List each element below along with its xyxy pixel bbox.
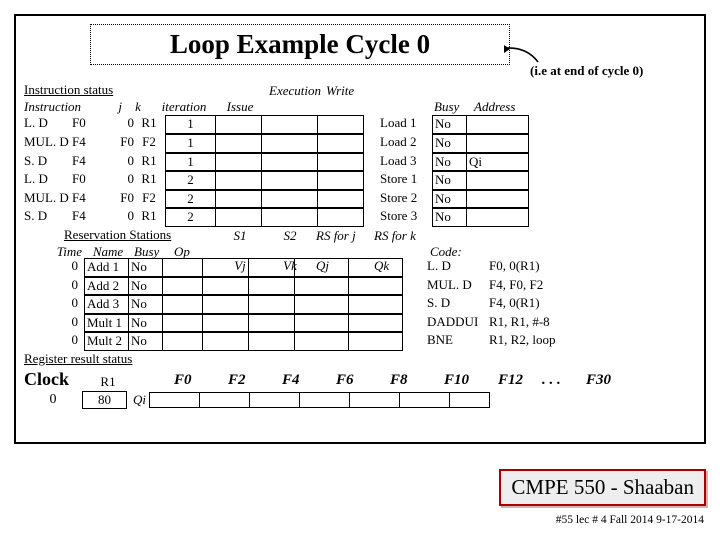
- instr-row: S. DF40R11Load 3NoQi: [24, 153, 698, 172]
- clock-label: Clock: [24, 368, 82, 391]
- freg-header: F0: [174, 371, 228, 390]
- freg-header: F12: [498, 371, 542, 390]
- instr-row: MUL. DF4F0F22Store 2No: [24, 190, 698, 209]
- freg-header: F8: [390, 371, 444, 390]
- rs-row: 0Add 3NoS. DF4, 0(R1): [24, 295, 698, 314]
- rs-row: 0Mult 2NoBNER1, R2, loop: [24, 332, 698, 351]
- r1-table: 80: [82, 391, 127, 410]
- h-exec: Execution: [266, 99, 326, 116]
- subtitle: (i.e at end of cycle 0): [530, 63, 643, 79]
- freg-header: F2: [228, 371, 282, 390]
- h-k: k: [124, 99, 154, 116]
- footer-line: #55 lec # 4 Fall 2014 9-17-2014: [556, 514, 704, 526]
- reg-header: Register result status: [24, 351, 698, 368]
- freg-header: F4: [282, 371, 336, 390]
- h-write: Write: [326, 99, 374, 116]
- content: Instruction status Instruction j k itera…: [24, 82, 698, 409]
- clock-val: 0: [24, 391, 82, 409]
- footer-box: CMPE 550 - Shaaban: [499, 469, 706, 506]
- freg-header: F30: [586, 371, 630, 390]
- h-instruction: Instruction: [24, 99, 94, 116]
- instr-row: MUL. DF4F0F21Load 2No: [24, 134, 698, 153]
- instr-row: L. DF00R12Store 1No: [24, 171, 698, 190]
- freg-cell: [200, 392, 250, 407]
- freg-cell: [250, 392, 300, 407]
- freg-header: . . .: [542, 371, 586, 390]
- freg-cell: [350, 392, 400, 407]
- freg-header: F6: [336, 371, 390, 390]
- freg-header: F10: [444, 371, 498, 390]
- freg-cell: [300, 392, 350, 407]
- qi-label: Qi: [127, 392, 149, 409]
- freg-cell: [400, 392, 450, 407]
- rs-header: Reservation Stations: [64, 227, 171, 244]
- freg-cell: [450, 392, 490, 407]
- h-busy: Busy: [434, 99, 474, 116]
- instr-row: S. DF40R12Store 3No: [24, 208, 698, 227]
- freg-cell: [150, 392, 200, 407]
- h-issue: Issue: [216, 99, 266, 116]
- h-iter: iteration: [154, 99, 216, 116]
- rs-row: 0Mult 1NoDADDUIR1, R1, #-8: [24, 314, 698, 333]
- h-addr: Address: [474, 99, 534, 116]
- h-j: j: [94, 99, 124, 116]
- freg-table: [149, 392, 490, 408]
- rs-row: 0Add 1NoL. DF0, 0(R1): [24, 258, 698, 277]
- r1-label: R1: [82, 374, 134, 391]
- instr-row: L. DF00R11Load 1No: [24, 115, 698, 134]
- slide-title: Loop Example Cycle 0: [90, 24, 510, 65]
- rs-row: 0Add 2NoMUL. DF4, F0, F2: [24, 277, 698, 296]
